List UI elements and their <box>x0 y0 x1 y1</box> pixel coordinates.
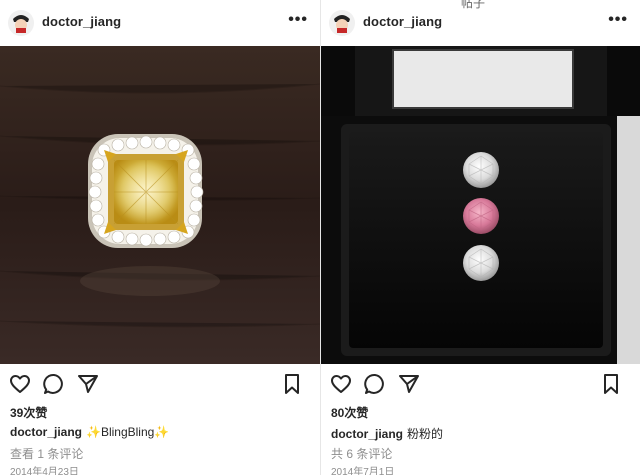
caption: doctor_jiang 粉粉的 <box>331 425 443 442</box>
avatar[interactable] <box>8 10 34 36</box>
more-options-icon[interactable]: ••• <box>608 11 628 29</box>
comment-icon[interactable] <box>363 372 387 396</box>
caption-username[interactable]: doctor_jiang <box>331 427 403 441</box>
caption-username[interactable]: doctor_jiang <box>10 425 82 439</box>
username[interactable]: doctor_jiang <box>42 14 121 29</box>
post-photo-ring[interactable] <box>0 46 320 364</box>
post-actions <box>321 372 640 398</box>
post-header: doctor_jiang ••• <box>0 0 320 46</box>
post-2: 帖子 doctor_jiang ••• 80次赞 doctor_jiang 粉粉… <box>320 0 640 475</box>
instagram-feed-screenshot: doctor_jiang ••• 39次赞 doctor_jiang ✨Blin… <box>0 0 640 475</box>
bookmark-icon[interactable] <box>280 372 304 396</box>
like-count[interactable]: 80次赞 <box>331 404 368 421</box>
share-icon[interactable] <box>76 372 100 396</box>
avatar[interactable] <box>329 10 355 36</box>
post-1: doctor_jiang ••• 39次赞 doctor_jiang ✨Blin… <box>0 0 320 475</box>
post-actions <box>0 372 320 398</box>
username[interactable]: doctor_jiang <box>363 14 442 29</box>
caption: doctor_jiang ✨BlingBling✨ <box>10 425 169 439</box>
more-options-icon[interactable]: ••• <box>288 11 308 29</box>
heart-icon[interactable] <box>8 372 32 396</box>
heart-icon[interactable] <box>329 372 353 396</box>
caption-text: ✨BlingBling✨ <box>86 425 170 439</box>
view-comments-link[interactable]: 共 6 条评论 <box>331 445 392 462</box>
view-comments-link[interactable]: 查看 1 条评论 <box>10 445 83 462</box>
bookmark-icon[interactable] <box>599 372 623 396</box>
caption-text: 粉粉的 <box>407 427 444 441</box>
post-date: 2014年7月1日 <box>331 467 395 475</box>
post-header: doctor_jiang ••• <box>321 0 640 46</box>
share-icon[interactable] <box>397 372 421 396</box>
post-date: 2014年4月23日 <box>10 467 79 475</box>
like-count[interactable]: 39次赞 <box>10 404 47 421</box>
post-photo-gem-box[interactable] <box>321 46 640 364</box>
comment-icon[interactable] <box>42 372 66 396</box>
